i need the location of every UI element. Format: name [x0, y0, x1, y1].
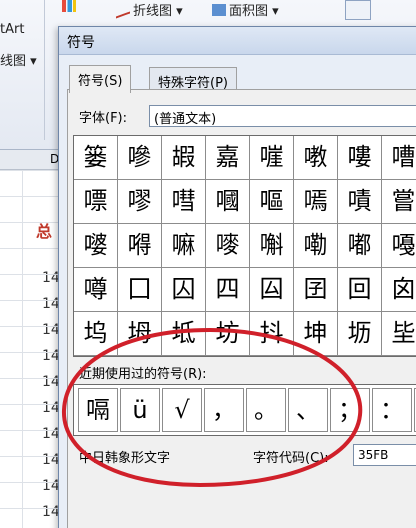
recent-symbol-cell[interactable]: 。: [246, 388, 286, 432]
area-chart-label: 面积图: [229, 4, 269, 19]
symbol-cell[interactable]: 嘝: [250, 224, 294, 268]
symbol-cell[interactable]: 囜: [250, 268, 294, 312]
symbol-cell[interactable]: 篓: [74, 136, 118, 180]
row-divider: [0, 222, 60, 223]
symbol-cell[interactable]: 坞: [74, 312, 118, 356]
recent-symbol-cell[interactable]: ü: [120, 388, 160, 432]
sparkline-button[interactable]: [345, 0, 371, 20]
symbol-cell[interactable]: 坻: [162, 312, 206, 356]
row-divider: [0, 430, 60, 431]
symbol-cell[interactable]: 四: [206, 268, 250, 312]
column-chart-button[interactable]: [62, 0, 79, 15]
row-divider: [0, 404, 60, 405]
symbol-cell[interactable]: 嘉: [206, 136, 250, 180]
recent-symbols-label: 近期使用过的符号(R):: [79, 367, 207, 382]
recent-symbol-cell[interactable]: ，: [204, 388, 244, 432]
font-select[interactable]: (普通文本): [149, 105, 416, 127]
symbol-cell[interactable]: 坶: [118, 312, 162, 356]
row-divider: [0, 482, 60, 483]
symbol-cell[interactable]: 嘇: [118, 136, 162, 180]
symbol-cell[interactable]: 嘗: [382, 180, 416, 224]
recent-symbol-cell[interactable]: √: [162, 388, 202, 432]
gridline: [22, 170, 23, 528]
symbol-dialog: 符号 符号(S) 特殊字符(P) 字体(F): (普通文本) 篓嘇嘏嘉嘊嘋嘍嘈嘑…: [58, 26, 416, 528]
chart-dropdown-label[interactable]: 线图 ▾: [0, 50, 37, 69]
area-chart-button[interactable]: 面积图 ▾: [212, 0, 279, 19]
recent-symbols-row: 嗝ü√，。、；：！: [73, 384, 416, 436]
symbol-cell[interactable]: 嘟: [338, 224, 382, 268]
symbol-grid: 篓嘇嘏嘉嘊嘋嘍嘈嘑嘌嘐嘒嘓嘔嘕嘖嘗嘘嘙嘚嘛嘜嘝嘞嘟嘠嘡噂囗囚四囜囝回囟因坞坶坻坊…: [73, 135, 416, 357]
symbol-cell[interactable]: 嘠: [382, 224, 416, 268]
line-chart-button[interactable]: 折线图 ▾: [116, 0, 183, 19]
symbol-cell[interactable]: 囟: [382, 268, 416, 312]
symbol-cell[interactable]: 坒: [382, 312, 416, 356]
symbol-cell[interactable]: 嘛: [162, 224, 206, 268]
row-divider: [0, 378, 60, 379]
symbol-cell[interactable]: 嘈: [382, 136, 416, 180]
recent-symbol-cell[interactable]: 嗝: [78, 388, 118, 432]
symbol-cell[interactable]: 嘕: [294, 180, 338, 224]
symbol-cell[interactable]: 嘖: [338, 180, 382, 224]
recent-symbol-cell[interactable]: ：: [372, 388, 412, 432]
row-divider: [0, 352, 60, 353]
row-divider: [0, 274, 60, 275]
dialog-title: 符号: [67, 35, 95, 51]
symbol-cell[interactable]: 囗: [118, 268, 162, 312]
column-chart-icon: [62, 0, 76, 12]
symbol-cell[interactable]: 坜: [338, 312, 382, 356]
symbol-cell[interactable]: 嘞: [294, 224, 338, 268]
symbol-cell[interactable]: 嘓: [206, 180, 250, 224]
symbol-cell[interactable]: 嘐: [118, 180, 162, 224]
row-divider: [0, 196, 60, 197]
symbol-cell[interactable]: 嘊: [250, 136, 294, 180]
symbol-cell[interactable]: 嘌: [74, 180, 118, 224]
symbol-cell[interactable]: 噂: [74, 268, 118, 312]
smartart-label[interactable]: tArt: [0, 22, 24, 37]
symbol-cell[interactable]: 嘔: [250, 180, 294, 224]
symbol-cell[interactable]: 坤: [294, 312, 338, 356]
symbol-cell[interactable]: 嘒: [162, 180, 206, 224]
symbol-cell[interactable]: 嘍: [338, 136, 382, 180]
symbol-cell[interactable]: 嘏: [162, 136, 206, 180]
font-label: 字体(F):: [79, 111, 128, 126]
row-divider: [0, 326, 60, 327]
line-chart-label: 折线图: [133, 4, 173, 19]
symbol-cell[interactable]: 嘜: [206, 224, 250, 268]
row-divider: [0, 170, 60, 171]
recent-symbol-cell[interactable]: 、: [288, 388, 328, 432]
symbol-cell[interactable]: 抖: [250, 312, 294, 356]
symbol-cell[interactable]: 囚: [162, 268, 206, 312]
symbol-cell[interactable]: 嘋: [294, 136, 338, 180]
symbol-cell[interactable]: 嘙: [74, 224, 118, 268]
symbol-cell[interactable]: 囝: [294, 268, 338, 312]
dialog-titlebar[interactable]: 符号: [59, 27, 416, 55]
ribbon-separator: [44, 0, 45, 140]
row-divider: [0, 248, 60, 249]
area-chart-icon: [212, 4, 226, 16]
line-chart-icon: [116, 1, 130, 19]
row-divider: [0, 300, 60, 301]
row-divider: [0, 508, 60, 509]
symbol-cell[interactable]: 坊: [206, 312, 250, 356]
symbol-cell[interactable]: 回: [338, 268, 382, 312]
column-header[interactable]: D: [0, 150, 60, 170]
tab-symbols[interactable]: 符号(S): [69, 65, 132, 93]
row-divider: [0, 456, 60, 457]
character-code-label: 字符代码(C):: [253, 451, 329, 466]
character-code-input[interactable]: 35FB: [353, 444, 416, 466]
subset-label: 中日韩象形文字: [79, 451, 171, 466]
symbol-cell[interactable]: 嘚: [118, 224, 162, 268]
recent-symbol-cell[interactable]: ；: [330, 388, 370, 432]
